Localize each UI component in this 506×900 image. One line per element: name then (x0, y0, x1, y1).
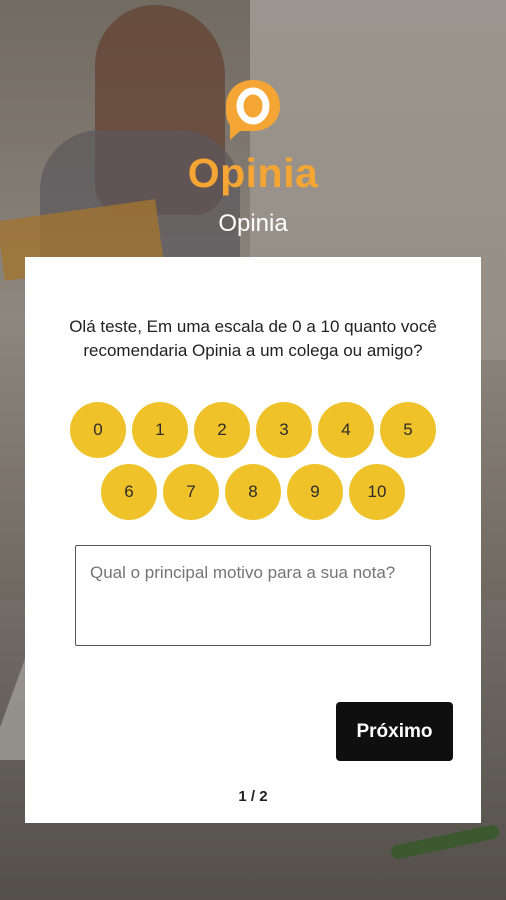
reason-textarea[interactable] (75, 545, 431, 646)
score-button-7[interactable]: 7 (163, 464, 219, 520)
score-button-0[interactable]: 0 (70, 402, 126, 458)
survey-card: Olá teste, Em uma escala de 0 a 10 quant… (25, 257, 481, 823)
score-button-5[interactable]: 5 (380, 402, 436, 458)
score-button-8[interactable]: 8 (225, 464, 281, 520)
score-button-1[interactable]: 1 (132, 402, 188, 458)
score-button-3[interactable]: 3 (256, 402, 312, 458)
score-button-9[interactable]: 9 (287, 464, 343, 520)
score-button-2[interactable]: 2 (194, 402, 250, 458)
score-selector: 0 1 2 3 4 5 6 7 8 9 10 (25, 402, 481, 526)
next-button[interactable]: Próximo (336, 702, 453, 761)
score-row-1: 0 1 2 3 4 5 (25, 402, 481, 458)
survey-question: Olá teste, Em uma escala de 0 a 10 quant… (69, 317, 437, 360)
score-button-10[interactable]: 10 (349, 464, 405, 520)
speech-bubble-o-icon (226, 80, 280, 140)
brand-wordmark: Opinia (187, 150, 319, 196)
score-button-4[interactable]: 4 (318, 402, 374, 458)
page-indicator: 1 / 2 (238, 788, 268, 805)
score-button-6[interactable]: 6 (101, 464, 157, 520)
score-row-2: 6 7 8 9 10 (25, 464, 481, 520)
app-title: Opinia (218, 210, 288, 237)
